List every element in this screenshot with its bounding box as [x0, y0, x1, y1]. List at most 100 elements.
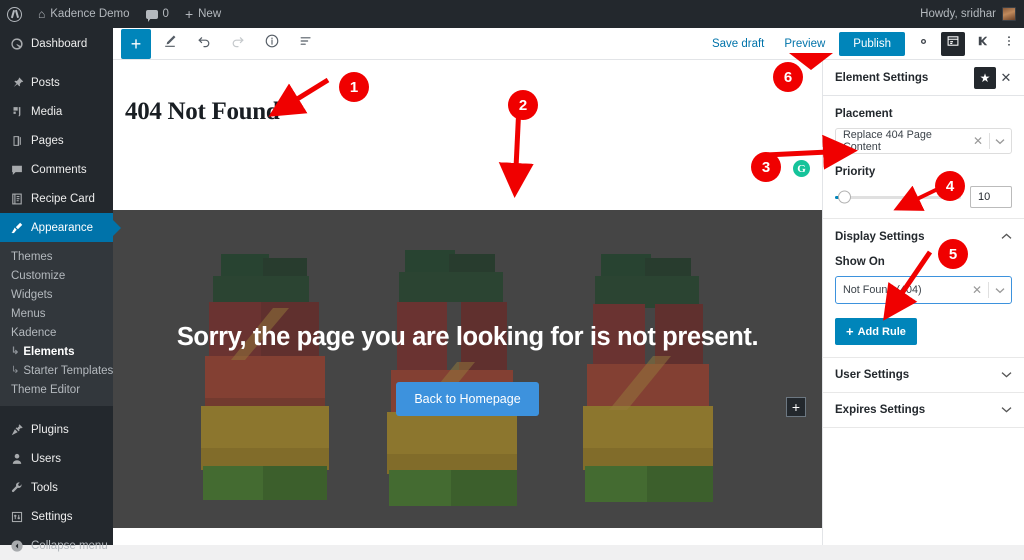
hero-heading[interactable]: Sorry, the page you are looking for is n…: [177, 323, 758, 352]
star-icon[interactable]: ★: [974, 67, 996, 89]
sidebar-subitem-theme-editor[interactable]: Theme Editor: [0, 380, 113, 399]
placement-select[interactable]: Replace 404 Page Content ✕: [835, 128, 1012, 154]
sidebar-item-plugins[interactable]: Plugins: [0, 415, 113, 444]
sidebar-item-label: Posts: [31, 77, 60, 89]
submenu-arrow-icon: ↳: [11, 365, 19, 376]
chevron-down-icon[interactable]: [990, 138, 1011, 145]
comment-bubble-icon: [146, 10, 158, 19]
expires-settings-label: Expires Settings: [835, 404, 925, 416]
save-draft-button[interactable]: Save draft: [702, 38, 774, 50]
content-info-button[interactable]: [257, 29, 287, 59]
sidebar-subitem-label: Elements: [23, 346, 74, 358]
sidebar-subitem-kadence[interactable]: Kadence: [0, 323, 113, 342]
new-label: New: [198, 8, 221, 20]
show-on-select[interactable]: Not Found (404) ✕: [835, 276, 1012, 304]
more-menu-button[interactable]: [1001, 30, 1017, 58]
redo-button[interactable]: [223, 29, 253, 59]
sidebar-item-label: Collapse menu: [31, 540, 108, 552]
settings-sidebar-toggle[interactable]: [941, 32, 965, 56]
priority-number-input[interactable]: 10: [970, 186, 1012, 208]
editor-toolbar: +: [113, 28, 1024, 60]
adminbar-wordpress-logo[interactable]: [0, 0, 30, 28]
sidebar-subitem-label: Starter Templates: [23, 365, 113, 377]
edit-mode-button[interactable]: [155, 29, 185, 59]
wordpress-logo-icon: [7, 7, 22, 22]
block-navigation-button[interactable]: [291, 29, 321, 59]
preview-button[interactable]: Preview: [774, 38, 835, 50]
user-settings-accordion[interactable]: User Settings: [823, 358, 1024, 393]
sidebar-item-recipe-card[interactable]: Recipe Card: [0, 184, 113, 213]
sidebar-item-appearance[interactable]: Appearance: [0, 213, 113, 242]
sidebar-subitem-starter-templates[interactable]: ↳ Starter Templates: [0, 361, 113, 380]
adminbar-site-name[interactable]: ⌂ Kadence Demo: [30, 0, 138, 28]
add-block-button[interactable]: +: [121, 29, 151, 59]
back-to-homepage-button[interactable]: Back to Homepage: [396, 382, 538, 416]
publish-button[interactable]: Publish: [839, 32, 905, 56]
panel-title: Element Settings: [835, 72, 928, 84]
sidebar-subitem-widgets[interactable]: Widgets: [0, 285, 113, 304]
sidebar-item-label: Recipe Card: [31, 193, 95, 205]
sidebar-divider: [0, 406, 113, 415]
clear-x-icon[interactable]: ✕: [966, 283, 988, 297]
block-navigation-icon: [298, 33, 314, 54]
ellipsis-vertical-icon: [1002, 34, 1016, 53]
collapse-arrow-icon: [9, 538, 24, 553]
expires-settings-accordion[interactable]: Expires Settings: [823, 393, 1024, 428]
sidebar-collapse-menu[interactable]: Collapse menu: [0, 531, 113, 560]
grammarly-g-icon[interactable]: G: [793, 160, 810, 177]
placement-value: Replace 404 Page Content: [843, 129, 967, 153]
sidebar-subitem-menus[interactable]: Menus: [0, 304, 113, 323]
sidebar-item-pages[interactable]: Pages: [0, 126, 113, 155]
dashboard-icon: [9, 36, 24, 51]
hero-image-block[interactable]: Sorry, the page you are looking for is n…: [113, 210, 822, 528]
wrench-icon: [9, 480, 24, 495]
page-title[interactable]: 404 Not Found: [113, 60, 822, 126]
adminbar-account[interactable]: Howdy, sridhar: [920, 7, 1024, 21]
plus-icon: +: [185, 7, 193, 21]
sidebar-subitem-customize[interactable]: Customize: [0, 266, 113, 285]
plus-icon: +: [846, 325, 854, 338]
sidebar-item-comments[interactable]: Comments: [0, 155, 113, 184]
sidebar-item-label: Comments: [31, 164, 87, 176]
block-editor: +: [113, 28, 1024, 545]
chevron-down-icon[interactable]: [989, 287, 1011, 294]
sidebar-item-tools[interactable]: Tools: [0, 473, 113, 502]
sidebar-item-dashboard[interactable]: Dashboard: [0, 28, 113, 59]
sidebar-subitem-label: Customize: [11, 270, 65, 282]
clear-x-icon[interactable]: ✕: [967, 134, 989, 148]
undo-button[interactable]: [189, 29, 219, 59]
priority-label: Priority: [835, 166, 1012, 178]
wp-admin-bar: ⌂ Kadence Demo 0 + New Howdy, sridhar: [0, 0, 1024, 28]
chevron-down-icon: [1001, 404, 1012, 416]
close-icon[interactable]: ✕: [996, 67, 1016, 89]
sidebar-item-label: Dashboard: [31, 38, 87, 50]
gear-icon: [916, 34, 931, 54]
admin-sidebar: Dashboard Posts Media Pages Comments Rec…: [0, 28, 113, 545]
settings-gear-button[interactable]: [909, 30, 937, 58]
adminbar-comments[interactable]: 0: [138, 0, 177, 28]
display-settings-accordion[interactable]: Display Settings: [823, 219, 1024, 254]
priority-slider[interactable]: [835, 196, 961, 199]
chevron-down-icon: [1001, 369, 1012, 381]
sidebar-subitem-themes[interactable]: Themes: [0, 247, 113, 266]
sidebar-item-media[interactable]: Media: [0, 97, 113, 126]
sidebar-subitem-elements[interactable]: ↳ Elements: [0, 342, 113, 361]
kadence-button[interactable]: [969, 30, 997, 58]
adminbar-new-content[interactable]: + New: [177, 0, 229, 28]
append-block-button[interactable]: +: [786, 397, 806, 417]
placement-label: Placement: [835, 108, 1012, 120]
sidebar-item-settings[interactable]: Settings: [0, 502, 113, 531]
sidebar-subitem-label: Widgets: [11, 289, 53, 301]
slider-thumb[interactable]: [838, 191, 851, 204]
display-settings-label: Display Settings: [835, 231, 924, 243]
element-settings-panel: Element Settings ★ ✕ Placement Replace 4…: [822, 60, 1024, 545]
add-rule-button[interactable]: + Add Rule: [835, 318, 917, 345]
show-on-label: Show On: [835, 256, 1012, 268]
appearance-submenu: Themes Customize Widgets Menus Kadence ↳…: [0, 242, 113, 406]
priority-value: 10: [978, 191, 990, 203]
show-on-value: Not Found (404): [843, 284, 922, 296]
sidebar-item-label: Appearance: [31, 222, 93, 234]
sidebar-item-posts[interactable]: Posts: [0, 68, 113, 97]
undo-arrow-icon: [196, 33, 212, 54]
sidebar-item-users[interactable]: Users: [0, 444, 113, 473]
